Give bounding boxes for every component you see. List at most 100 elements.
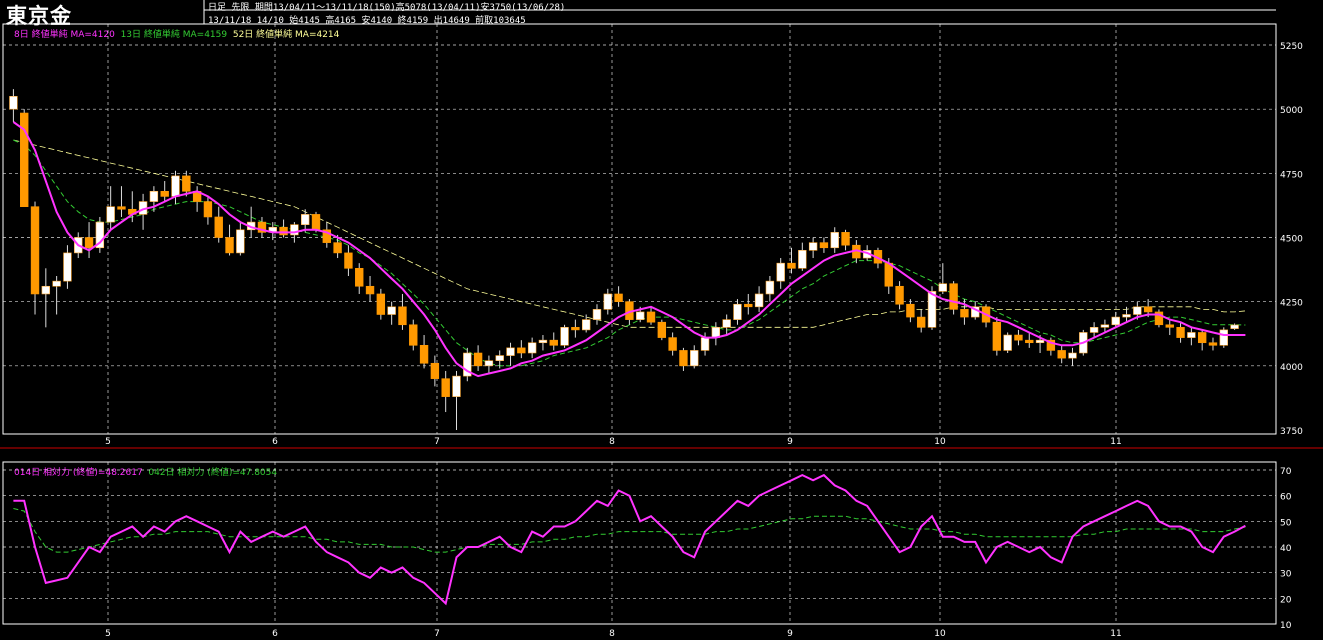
main-y-tick-label: 4750 — [1280, 170, 1303, 180]
candle-body — [1111, 316, 1120, 326]
candle-body — [917, 316, 926, 328]
rsi-y-tick-label: 30 — [1280, 570, 1292, 580]
candle-body — [787, 262, 796, 269]
rsi-y-tick-label: 70 — [1280, 467, 1292, 477]
main-y-tick-label: 4000 — [1280, 363, 1303, 373]
candle-body — [355, 267, 364, 287]
candle-body — [52, 280, 61, 287]
candle-body — [171, 175, 180, 197]
candle-body — [1165, 324, 1174, 328]
candle-body — [819, 242, 829, 249]
candle-body — [668, 337, 677, 351]
main-y-tick-label: 3750 — [1280, 427, 1303, 437]
candle-body — [657, 321, 667, 338]
candle-body — [1100, 324, 1110, 328]
candle-body — [441, 378, 450, 397]
candle-body — [160, 191, 169, 197]
candle-body — [419, 344, 429, 364]
candle-body — [398, 306, 407, 326]
candle-body — [614, 293, 623, 302]
rsi-x-tick-label: 8 — [609, 629, 615, 639]
candle-body — [549, 339, 558, 346]
candle-body — [808, 242, 818, 251]
main-x-tick-label: 8 — [609, 437, 615, 447]
candle-body — [409, 324, 418, 346]
main-y-tick-label: 5250 — [1280, 42, 1303, 52]
candle-body — [376, 293, 386, 315]
candle-body — [1003, 334, 1012, 351]
candle-body — [236, 229, 245, 254]
candle-body — [203, 201, 213, 218]
main-panel-frame — [2, 23, 1277, 435]
candle-body — [700, 337, 710, 351]
candle-body — [754, 293, 764, 308]
candle-body — [906, 303, 915, 318]
candle-body — [690, 350, 699, 367]
candle-body — [495, 355, 504, 362]
candle-body — [9, 96, 18, 110]
main-y-tick-label: 5000 — [1280, 106, 1303, 116]
rsi-y-tick-label: 10 — [1280, 621, 1292, 631]
candle-body — [636, 311, 645, 320]
candle-body — [1014, 334, 1023, 341]
rsi-y-tick-label: 40 — [1280, 544, 1292, 554]
candle-body — [387, 306, 396, 315]
rsi-x-tick-label: 9 — [787, 629, 793, 639]
rsi-x-tick-label: 10 — [934, 629, 946, 639]
main-x-tick-label: 7 — [434, 437, 440, 447]
candle-body — [182, 175, 191, 192]
candle-body — [225, 237, 234, 254]
main-x-tick-label: 6 — [272, 437, 278, 447]
candle-body — [214, 216, 223, 238]
rsi-x-tick-label: 7 — [434, 629, 440, 639]
candle-body — [344, 252, 353, 269]
candle-body — [484, 360, 494, 367]
candle-body — [1230, 324, 1239, 329]
candle-body — [938, 283, 947, 292]
candle-body — [884, 262, 893, 287]
candle-body — [841, 232, 850, 246]
candle-body — [473, 352, 483, 367]
candle-body — [517, 347, 526, 354]
candle-body — [452, 375, 461, 397]
candle-body — [149, 191, 159, 202]
ma13-line — [13, 139, 1246, 367]
candle-body — [733, 303, 742, 320]
candle-body — [949, 283, 958, 310]
candle-body — [1219, 329, 1228, 346]
candle-body — [30, 206, 40, 295]
candle-body — [1057, 350, 1066, 359]
main-x-tick-label: 10 — [934, 437, 946, 447]
main-x-tick-label: 9 — [787, 437, 793, 447]
candle-body — [301, 214, 310, 225]
rsi-x-tick-label: 11 — [1110, 629, 1121, 639]
candle-body — [527, 342, 537, 354]
main-y-tick-label: 4500 — [1280, 235, 1303, 245]
rsi-y-tick-label: 20 — [1280, 595, 1292, 605]
candle-body — [992, 321, 1002, 351]
candle-body — [1122, 314, 1131, 318]
candle-body — [592, 309, 602, 320]
candle-body — [430, 362, 440, 379]
candle-body — [646, 311, 656, 323]
candle-body — [365, 285, 375, 295]
candle-body — [1089, 327, 1099, 333]
candle-body — [538, 339, 548, 344]
rsi-y-tick-label: 60 — [1280, 493, 1292, 503]
candle-body — [960, 309, 969, 318]
candle-body — [1197, 332, 1207, 344]
main-x-tick-label: 11 — [1110, 437, 1121, 447]
candle-body — [1176, 327, 1185, 338]
chart-canvas: 3750 4000 4250 4500 4750 5000 5250 5 6 7 8 9 10 11 10 2… — [0, 0, 1323, 639]
candle-body — [927, 291, 937, 328]
candle-body — [765, 280, 775, 295]
candle-body — [1187, 332, 1196, 338]
candle-body — [581, 319, 591, 331]
candle-body — [603, 293, 612, 310]
candle-body — [1025, 339, 1034, 344]
ma8-line — [12, 121, 1246, 378]
candle-body — [1133, 306, 1142, 315]
candle-body — [106, 206, 115, 223]
rsi-x-tick-label: 6 — [272, 629, 278, 639]
candle-body — [776, 262, 785, 282]
